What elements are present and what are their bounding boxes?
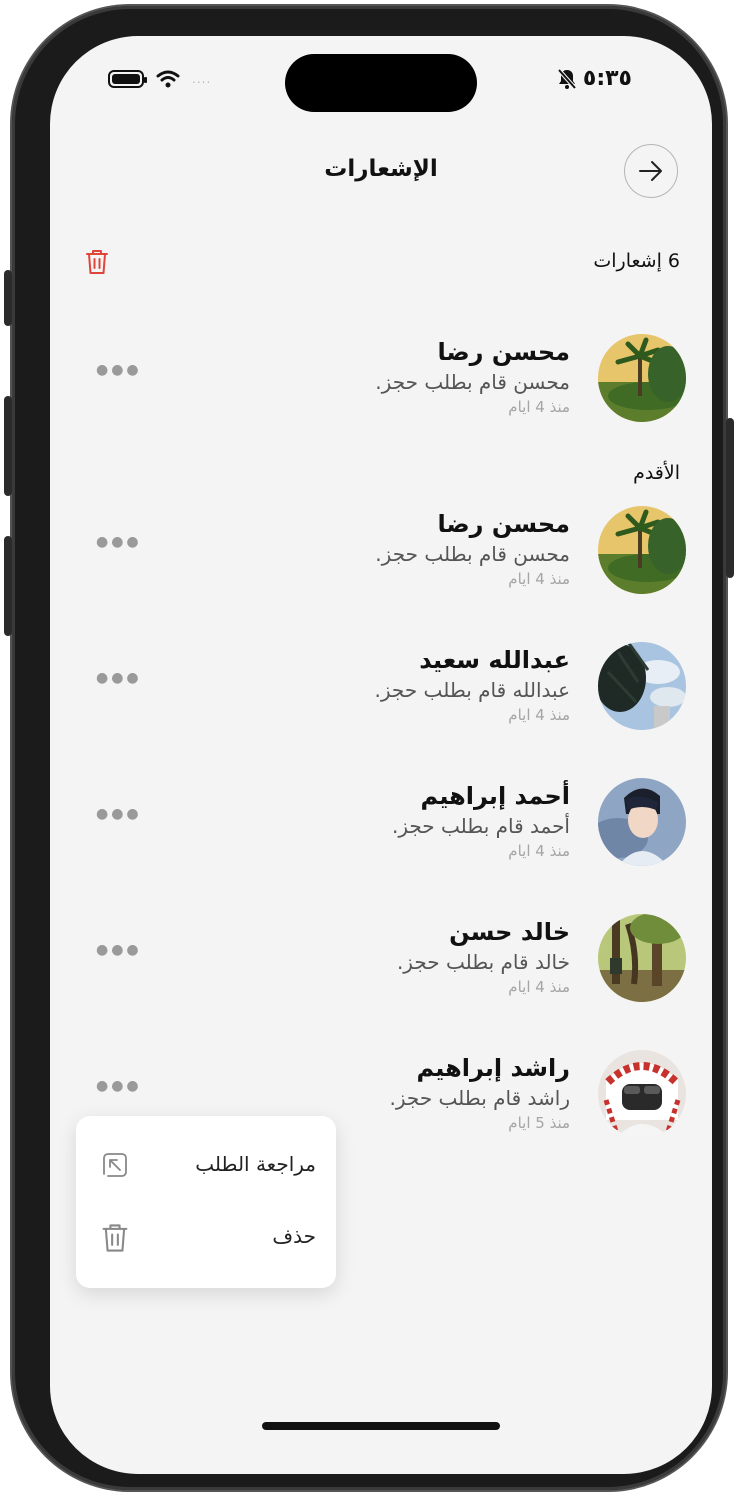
notification-time: منذ 4 ايام [508,706,570,724]
notification-name: خالد حسن [449,918,570,946]
arrow-up-left-square-icon [100,1150,130,1184]
notification-text: محسن رضا محسن قام بطلب حجز. منذ 4 ايام [375,508,570,590]
notification-row[interactable]: أحمد إبراهيم أحمد قام بطلب حجز. منذ 4 اي… [50,778,712,874]
context-menu: مراجعة الطلب حذف [76,1116,336,1288]
notification-message: أحمد قام بطلب حجز. [392,814,570,838]
notification-name: محسن رضا [437,338,570,366]
delete-all-button[interactable] [84,248,110,280]
avatar [598,334,686,422]
power-button [726,418,734,578]
more-options-button[interactable]: ●●● [96,942,142,958]
notification-text: محسن رضا محسن قام بطلب حجز. منذ 4 ايام [375,336,570,418]
notification-name: محسن رضا [437,510,570,538]
notification-message: محسن قام بطلب حجز. [375,542,570,566]
notification-text: أحمد إبراهيم أحمد قام بطلب حجز. منذ 4 اي… [392,780,570,862]
notification-name: عبدالله سعيد [419,646,570,674]
avatar [598,506,686,594]
notification-time: منذ 4 ايام [508,842,570,860]
avatar [598,778,686,866]
dynamic-island [285,54,477,112]
volume-up-button [4,396,12,496]
page-title: الإشعارات [324,156,438,182]
phone-frame: .... ٥:٣٥ الإشعارات 6 إشعارات محسن رضا م… [4,6,734,1490]
notification-row[interactable]: محسن رضا محسن قام بطلب حجز. منذ 4 ايام ●… [50,506,712,602]
section-label-older: الأقدم [633,462,680,484]
notification-time: منذ 4 ايام [508,398,570,416]
more-options-button[interactable]: ●●● [96,534,142,550]
avatar [598,1050,686,1138]
screen: .... ٥:٣٥ الإشعارات 6 إشعارات محسن رضا م… [50,36,712,1474]
notification-row[interactable]: خالد حسن خالد قام بطلب حجز. منذ 4 ايام ●… [50,914,712,1010]
more-options-button[interactable]: ●●● [96,806,142,822]
trash-icon [86,250,108,274]
avatar [598,914,686,1002]
menu-item-review-request[interactable]: مراجعة الطلب [76,1136,336,1196]
notification-time: منذ 5 ايام [508,1114,570,1132]
trash-icon [100,1222,130,1258]
volume-down-button [4,536,12,636]
menu-item-label: حذف [272,1224,316,1248]
battery-icon [108,70,147,88]
more-options-button[interactable]: ●●● [96,1078,142,1094]
more-options-button[interactable]: ●●● [96,670,142,686]
back-button[interactable] [624,144,678,198]
signal-dots: .... [192,72,212,86]
notification-text: خالد حسن خالد قام بطلب حجز. منذ 4 ايام [397,916,570,998]
notification-text: راشد إبراهيم راشد قام بطلب حجز. منذ 5 اي… [390,1052,570,1134]
notification-row[interactable]: محسن رضا محسن قام بطلب حجز. منذ 4 ايام ●… [50,334,712,430]
wifi-icon [156,70,180,88]
notification-time: منذ 4 ايام [508,570,570,588]
status-time: ٥:٣٥ [582,66,632,91]
notification-text: عبدالله سعيد عبدالله قام بطلب حجز. منذ 4… [375,644,570,726]
notification-message: محسن قام بطلب حجز. [375,370,570,394]
menu-item-delete[interactable]: حذف [76,1208,336,1268]
notification-name: أحمد إبراهيم [420,782,570,810]
status-bar-right: ٥:٣٥ [557,66,632,91]
avatar [598,642,686,730]
notification-time: منذ 4 ايام [508,978,570,996]
notification-message: راشد قام بطلب حجز. [389,1086,570,1110]
more-options-button[interactable]: ●●● [96,362,142,378]
home-indicator [262,1422,500,1430]
notification-count: 6 إشعارات [593,250,680,272]
menu-item-label: مراجعة الطلب [195,1152,316,1176]
status-bar-left: .... [108,70,211,88]
arrow-right-icon [639,161,662,181]
mute-switch [4,270,12,326]
bell-slash-icon [557,68,577,89]
notification-message: خالد قام بطلب حجز. [396,950,570,974]
notification-message: عبدالله قام بطلب حجز. [374,678,570,702]
notification-name: راشد إبراهيم [416,1054,570,1082]
notification-row[interactable]: عبدالله سعيد عبدالله قام بطلب حجز. منذ 4… [50,642,712,738]
